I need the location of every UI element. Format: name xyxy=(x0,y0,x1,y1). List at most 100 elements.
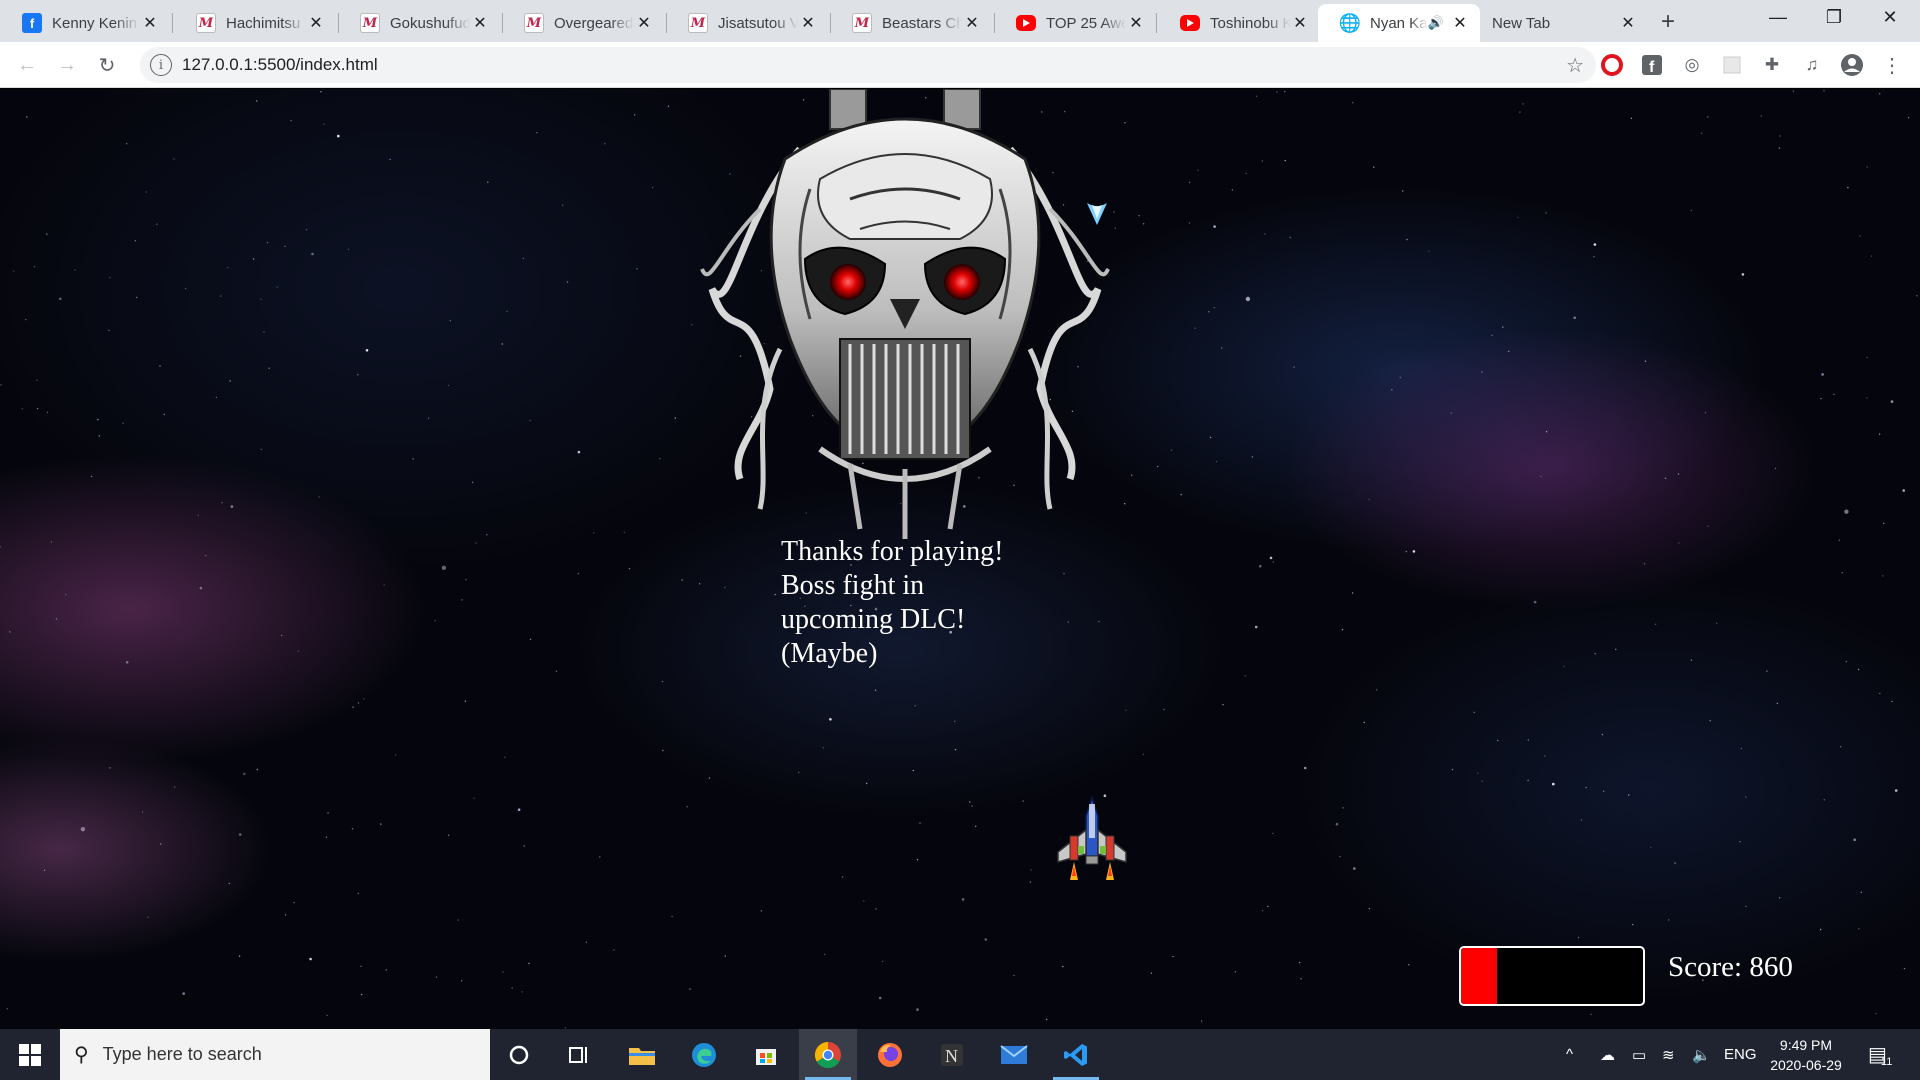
wifi-icon[interactable]: ≋ xyxy=(1662,1029,1675,1080)
star xyxy=(380,823,382,825)
health-bar-fill xyxy=(1461,948,1498,1004)
show-hidden-icons-button[interactable]: ^ xyxy=(1566,1029,1573,1080)
tab-strip: f Kenny Kenin ✕ M Hachimitsu T ✕ M Gokus… xyxy=(0,0,1920,42)
tab-top25[interactable]: TOP 25 Awe ✕ xyxy=(994,4,1156,42)
firefox-icon[interactable] xyxy=(861,1029,919,1080)
info-icon[interactable]: i xyxy=(150,54,172,76)
star xyxy=(1062,965,1064,968)
address-bar[interactable]: i 127.0.0.1:5500/index.html ☆ xyxy=(140,47,1596,83)
close-icon[interactable]: ✕ xyxy=(1290,13,1310,33)
star xyxy=(529,638,532,640)
media-control-icon[interactable]: ♫ xyxy=(1800,53,1824,77)
action-center-icon[interactable]: ▤ 11 xyxy=(1868,1029,1892,1080)
star xyxy=(434,619,436,622)
cortana-icon[interactable] xyxy=(490,1029,548,1080)
star xyxy=(1740,747,1743,750)
game-canvas[interactable]: Thanks for playing! Boss fight in upcomi… xyxy=(0,89,1920,1029)
star xyxy=(449,319,452,322)
url-text[interactable]: 127.0.0.1:5500/index.html xyxy=(182,55,378,75)
speaker-icon[interactable]: 🔊 xyxy=(1428,15,1444,31)
mail-icon[interactable] xyxy=(985,1029,1043,1080)
system-clock[interactable]: 9:49 PM 2020-06-29 xyxy=(1756,1035,1856,1075)
star xyxy=(954,720,956,722)
chrome-taskbar-icon[interactable] xyxy=(799,1029,857,1080)
star xyxy=(243,772,246,776)
star xyxy=(1916,295,1918,297)
file-explorer-icon[interactable] xyxy=(613,1029,671,1080)
task-view-icon[interactable] xyxy=(550,1029,608,1080)
star xyxy=(577,450,581,454)
tab-gokushufudo[interactable]: M Gokushufudo ✕ xyxy=(338,4,500,42)
star xyxy=(174,786,176,788)
new-tab-button[interactable]: + xyxy=(1652,6,1684,38)
close-icon[interactable]: ✕ xyxy=(634,13,654,33)
player-spaceship[interactable] xyxy=(1052,796,1132,886)
close-icon[interactable]: ✕ xyxy=(470,13,490,33)
star xyxy=(1289,236,1291,239)
opera-extension-icon[interactable] xyxy=(1600,53,1624,77)
tab-nyan-active[interactable]: 🌐 Nyan Ka 🔊 ✕ xyxy=(1318,4,1480,42)
close-icon[interactable]: ✕ xyxy=(1450,13,1470,33)
vscode-icon[interactable] xyxy=(1047,1029,1105,1080)
star xyxy=(504,756,506,758)
forward-button[interactable]: → xyxy=(52,50,82,80)
score-display: Score: 860 xyxy=(1668,951,1793,983)
minimize-button[interactable]: — xyxy=(1750,0,1806,34)
star xyxy=(1866,166,1868,168)
taskbar-search-box[interactable]: ⚲ Type here to search xyxy=(60,1029,490,1080)
star xyxy=(238,955,241,957)
star xyxy=(536,132,538,134)
language-indicator[interactable]: ENG xyxy=(1724,1029,1757,1080)
tab-overgeared[interactable]: M Overgeared ✕ xyxy=(502,4,664,42)
close-icon[interactable]: ✕ xyxy=(1618,13,1638,33)
star xyxy=(159,365,161,367)
tab-hachimitsu[interactable]: M Hachimitsu T ✕ xyxy=(174,4,336,42)
close-icon[interactable]: ✕ xyxy=(140,13,160,33)
profile-avatar-icon[interactable] xyxy=(1840,53,1864,77)
onedrive-error-icon[interactable]: ☁ xyxy=(1600,1029,1615,1080)
close-icon[interactable]: ✕ xyxy=(1126,13,1146,33)
facebook-extension-icon[interactable]: f xyxy=(1640,53,1664,77)
star xyxy=(163,413,165,416)
star xyxy=(1866,356,1868,359)
microsoft-store-icon[interactable] xyxy=(737,1029,795,1080)
star xyxy=(173,158,175,160)
extension-circle-icon[interactable]: ◎ xyxy=(1680,53,1704,77)
star xyxy=(74,269,76,271)
star xyxy=(724,586,726,589)
star xyxy=(971,805,973,807)
tab-facebook[interactable]: f Kenny Kenin ✕ xyxy=(0,4,170,42)
extension-square-icon[interactable] xyxy=(1720,53,1744,77)
close-icon[interactable]: ✕ xyxy=(798,13,818,33)
reload-button[interactable]: ↻ xyxy=(92,50,122,80)
restore-button[interactable]: ❐ xyxy=(1806,0,1862,34)
star xyxy=(661,680,664,683)
close-icon[interactable]: ✕ xyxy=(306,13,326,33)
volume-icon[interactable]: 🔈 xyxy=(1692,1029,1711,1080)
boss-skull-sprite xyxy=(700,89,1110,539)
star xyxy=(1544,755,1546,757)
edge-browser-icon[interactable] xyxy=(675,1029,733,1080)
star xyxy=(686,806,688,808)
windows-taskbar: ⚲ Type here to search N ^ ☁ ▭ ≋ 🔈 ENG 9:… xyxy=(0,1029,1920,1080)
back-button[interactable]: ← xyxy=(12,50,42,80)
tab-jisatsutou[interactable]: M Jisatsutou V ✕ xyxy=(666,4,828,42)
tab-toshinobu[interactable]: Toshinobu K ✕ xyxy=(1158,4,1320,42)
star xyxy=(220,295,222,297)
menu-kebab-icon[interactable]: ⋮ xyxy=(1880,53,1904,77)
bookmark-star-icon[interactable]: ☆ xyxy=(1566,53,1584,78)
star xyxy=(1194,327,1196,329)
battery-icon[interactable]: ▭ xyxy=(1632,1029,1646,1080)
puzzle-extensions-icon[interactable]: ✚ xyxy=(1760,53,1784,77)
close-icon[interactable]: ✕ xyxy=(962,13,982,33)
star xyxy=(229,380,231,382)
tab-beastars[interactable]: M Beastars Cha ✕ xyxy=(830,4,992,42)
window-close-button[interactable]: ✕ xyxy=(1862,0,1918,34)
star xyxy=(916,1008,919,1011)
notion-app-icon[interactable]: N xyxy=(923,1029,981,1080)
star xyxy=(1833,393,1835,396)
tab-new-tab[interactable]: New Tab ✕ xyxy=(1482,4,1648,42)
start-button[interactable] xyxy=(0,1029,60,1080)
star xyxy=(311,252,314,256)
star xyxy=(1284,91,1286,93)
